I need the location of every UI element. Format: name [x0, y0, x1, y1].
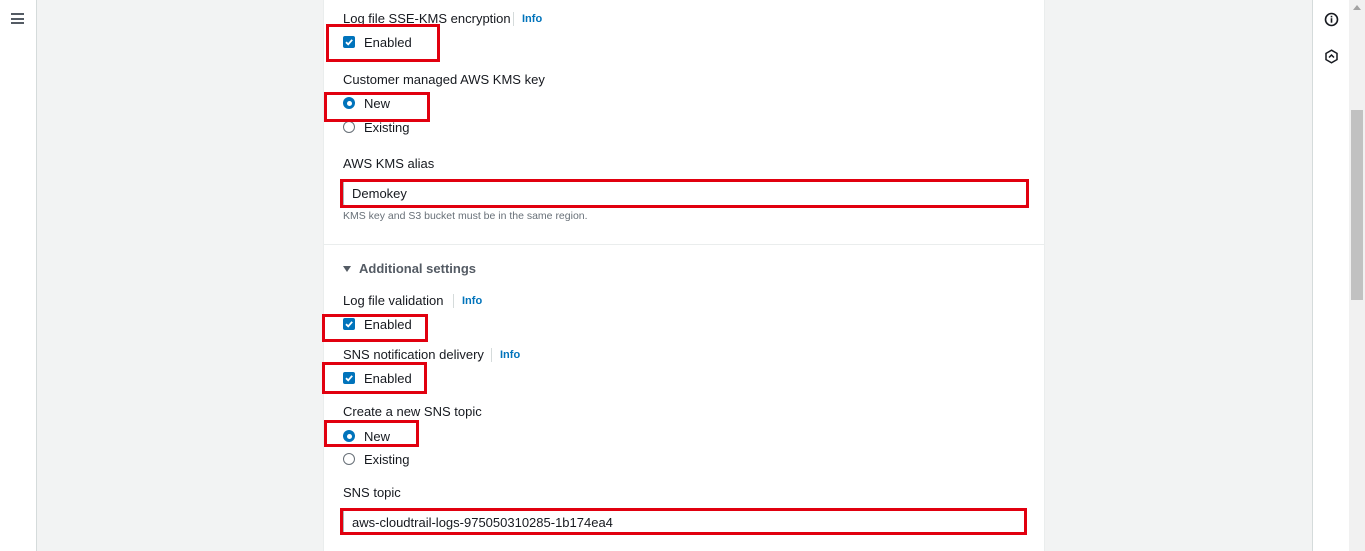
sns-topic-new-label: New	[364, 428, 391, 444]
kms-key-existing-radio[interactable]: Existing	[343, 118, 410, 136]
caret-down-icon	[343, 265, 351, 272]
radio-unselected-icon	[343, 121, 355, 133]
left-nav-rail	[0, 0, 37, 551]
hexagon-settings-icon[interactable]	[1324, 49, 1339, 64]
sns-topic-label: SNS topic	[343, 485, 401, 500]
sns-topic-existing-label: Existing	[364, 451, 410, 467]
radio-unselected-icon	[343, 453, 355, 465]
sns-delivery-info-link[interactable]: Info	[491, 348, 520, 362]
encryption-enabled-label: Enabled	[364, 34, 412, 50]
log-validation-label: Log file validation	[343, 293, 444, 308]
scroll-up-arrow-icon[interactable]	[1353, 5, 1361, 10]
radio-selected-icon	[343, 430, 355, 442]
info-circle-icon[interactable]	[1324, 12, 1339, 27]
encryption-label: Log file SSE-KMS encryption	[343, 11, 511, 26]
kms-key-label: Customer managed AWS KMS key	[343, 72, 545, 87]
additional-settings-title: Additional settings	[359, 261, 476, 276]
checkbox-checked-icon	[343, 36, 355, 48]
kms-key-new-radio[interactable]: New	[343, 94, 390, 112]
encryption-info-link[interactable]: Info	[513, 12, 542, 26]
log-validation-enabled-checkbox[interactable]: Enabled	[343, 315, 412, 333]
scrollbar-thumb[interactable]	[1351, 110, 1363, 300]
hamburger-menu-icon[interactable]	[11, 13, 24, 24]
checkbox-checked-icon	[343, 318, 355, 330]
right-tools-rail	[1312, 0, 1349, 551]
kms-key-existing-label: Existing	[364, 119, 410, 135]
encryption-enabled-checkbox[interactable]: Enabled	[343, 33, 412, 51]
kms-key-new-label: New	[364, 95, 391, 111]
vertical-scrollbar[interactable]	[1349, 0, 1365, 551]
log-validation-enabled-label: Enabled	[364, 316, 412, 332]
section-divider	[324, 244, 1044, 245]
sns-topic-create-label: Create a new SNS topic	[343, 404, 482, 419]
sns-delivery-label: SNS notification delivery	[343, 347, 484, 362]
sns-delivery-enabled-checkbox[interactable]: Enabled	[343, 369, 412, 387]
kms-alias-input[interactable]	[343, 180, 1027, 206]
sns-topic-new-radio[interactable]: New	[343, 427, 390, 445]
radio-selected-icon	[343, 97, 355, 109]
log-validation-info-link[interactable]: Info	[453, 294, 482, 308]
sns-topic-existing-radio[interactable]: Existing	[343, 450, 410, 468]
sns-topic-input[interactable]	[343, 509, 1025, 535]
trail-settings-panel: Log file SSE-KMS encryption Info Enabled…	[322, 0, 1045, 551]
sns-delivery-enabled-label: Enabled	[364, 370, 412, 386]
kms-alias-hint: KMS key and S3 bucket must be in the sam…	[343, 210, 588, 222]
additional-settings-toggle[interactable]: Additional settings	[343, 261, 476, 276]
checkbox-checked-icon	[343, 372, 355, 384]
kms-alias-label: AWS KMS alias	[343, 156, 435, 171]
